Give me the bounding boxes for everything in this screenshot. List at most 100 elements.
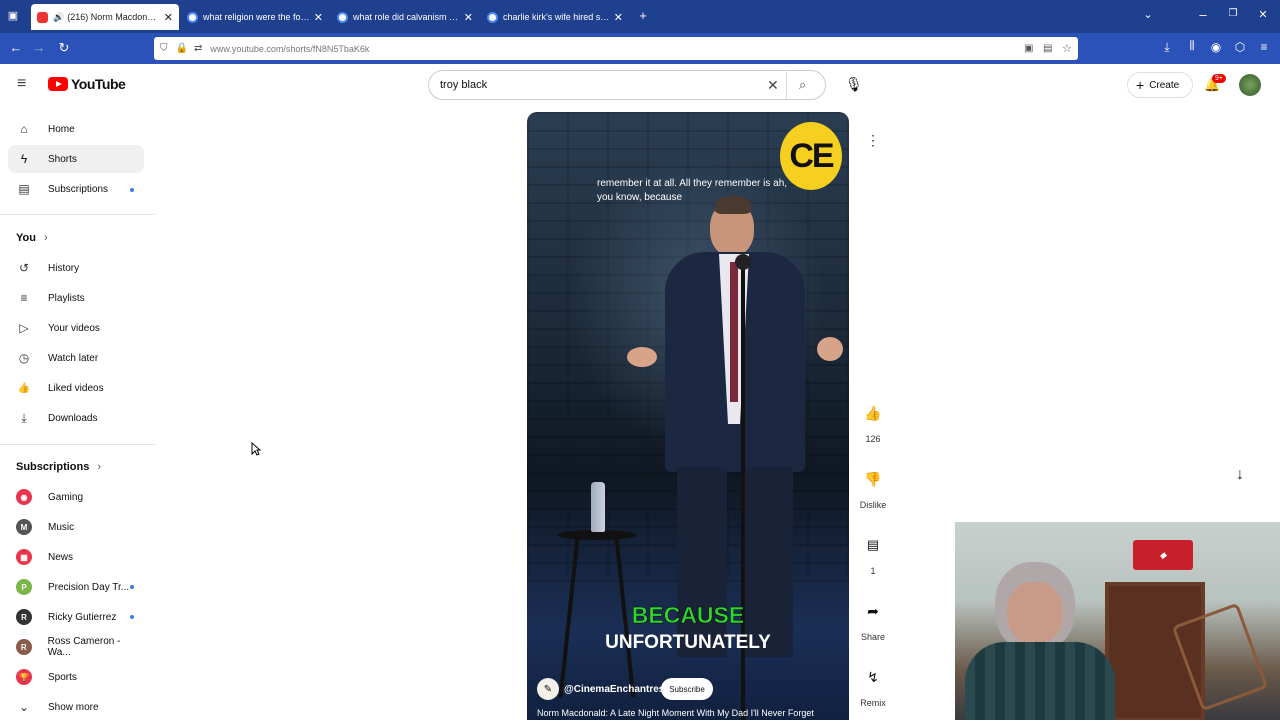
share-icon: ➦ <box>867 602 879 619</box>
sidebar-item-your-videos[interactable]: ▷ Your videos <box>8 314 144 342</box>
sidebar-item-label: Precision Day Tr... <box>48 581 130 593</box>
reader-view-icon[interactable]: ▤ <box>1043 43 1052 54</box>
sidebar-sub-sports[interactable]: 🏆 Sports <box>8 663 144 691</box>
subscribe-button[interactable]: Subscribe <box>661 678 713 700</box>
search-icon[interactable]: ⌕ <box>799 77 806 93</box>
tab-4[interactable]: charlie kirk's wife hired someon ✕ <box>481 4 629 30</box>
sidebar-item-label: Playlists <box>48 292 85 304</box>
next-short-arrow-icon[interactable]: ↓ <box>1236 466 1244 484</box>
webcam-overlay: ◆ <box>955 522 1280 720</box>
list-tabs-icon[interactable]: ⌄ <box>1139 8 1157 21</box>
coca-cola-sign-icon: ◆ <box>1133 540 1193 570</box>
close-tab-icon[interactable]: ✕ <box>314 11 323 24</box>
remix-button[interactable]: ↯ Remix <box>858 662 888 709</box>
library-icon[interactable]: ⫼ <box>1183 40 1201 53</box>
sidebar-sub-news[interactable]: ▦ News <box>8 543 144 571</box>
sidebar-item-downloads[interactable]: ⤓ Downloads <box>8 404 144 432</box>
sidebar-item-home[interactable]: ⌂ Home <box>8 115 144 143</box>
chevron-right-icon: › <box>97 461 102 473</box>
search-box[interactable]: troy black ✕ ⌕ <box>428 70 826 100</box>
minimize-icon[interactable]: – <box>1194 7 1212 22</box>
sidebar-sub-ross-cameron[interactable]: R Ross Cameron - Wa... <box>8 633 144 661</box>
extensions-icon[interactable]: ⬡ <box>1231 40 1249 54</box>
close-tab-icon[interactable]: ✕ <box>164 11 173 24</box>
translate-icon[interactable]: ▣ <box>1024 43 1033 54</box>
subscriptions-section-header[interactable]: Subscriptions › <box>16 461 101 473</box>
microphone-icon[interactable]: 🎙 <box>845 76 863 93</box>
sidebar-item-label: Music <box>48 521 75 533</box>
new-content-dot <box>130 188 134 192</box>
comments-button[interactable]: ▤ 1 <box>858 530 888 576</box>
account-icon[interactable]: ◉ <box>1207 40 1225 54</box>
menu-icon[interactable]: ≡ <box>1255 40 1273 54</box>
youtube-logo[interactable]: YouTube <box>48 76 126 92</box>
create-button[interactable]: + Create <box>1127 72 1193 98</box>
hamburger-menu-icon[interactable]: ≡ <box>17 75 26 93</box>
channel-avatar: ◉ <box>16 489 32 505</box>
browser-tab-bar: ▣ 🔊 (216) Norm Macdonald: A L ✕ what rel… <box>0 0 1280 33</box>
avatar[interactable] <box>1239 74 1261 96</box>
like-button[interactable]: 👍 126 <box>858 398 888 445</box>
reload-icon[interactable]: ↻ <box>55 40 73 56</box>
sidebar-item-playlists[interactable]: ≡ Playlists <box>8 284 144 312</box>
close-tab-icon[interactable]: ✕ <box>464 11 473 24</box>
close-window-icon[interactable]: ✕ <box>1254 8 1272 21</box>
subscriptions-icon: ▤ <box>18 182 30 196</box>
new-tab-icon[interactable]: + <box>634 8 652 23</box>
sidebar-sub-music[interactable]: M Music <box>8 513 144 541</box>
restore-icon[interactable]: ❐ <box>1224 8 1242 19</box>
google-favicon-icon <box>487 11 498 23</box>
water-bottle <box>591 482 605 532</box>
downloads-toolbar-icon[interactable]: ⤓ <box>1158 40 1176 55</box>
tab-2[interactable]: what religion were the founding ✕ <box>181 4 329 30</box>
back-icon[interactable]: ← <box>7 40 25 55</box>
search-divider <box>786 71 787 99</box>
url-bar[interactable]: ⛉ 🔒 ⇄ www.youtube.com/shorts/fN8N5TbaK6k… <box>154 37 1078 60</box>
like-count: 126 <box>865 434 881 444</box>
tab-active[interactable]: 🔊 (216) Norm Macdonald: A L ✕ <box>31 4 179 30</box>
dislike-button[interactable]: 👎 Dislike <box>857 464 889 511</box>
sidebar-item-shorts[interactable]: ϟ Shorts <box>8 145 144 173</box>
google-favicon-icon <box>187 11 198 23</box>
subtitle-line-2: UNFORTUNATELY <box>605 632 771 653</box>
you-section-header[interactable]: You › <box>16 232 48 244</box>
url-text[interactable]: www.youtube.com/shorts/fN8N5TbaK6k <box>210 44 369 54</box>
channel-name[interactable]: @CinemaEnchantress <box>564 684 670 695</box>
you-title: You <box>16 232 36 244</box>
permissions-icon[interactable]: ⇄ <box>194 43 202 54</box>
sidebar-item-history[interactable]: ↺ History <box>8 254 144 282</box>
search-input[interactable]: troy black <box>440 79 487 91</box>
tab-overview-icon[interactable]: ▣ <box>4 9 22 22</box>
channel-avatar[interactable]: ✎ <box>537 678 559 700</box>
channel-avatar: R <box>16 609 32 625</box>
tab-title: charlie kirk's wife hired someon <box>503 12 610 22</box>
sidebar-item-label: Liked videos <box>48 382 104 394</box>
google-favicon-icon <box>337 11 348 23</box>
tab-3[interactable]: what role did calvanism play in ✕ <box>331 4 479 30</box>
sidebar-item-subscriptions[interactable]: ▤ Subscriptions <box>8 175 144 203</box>
close-tab-icon[interactable]: ✕ <box>614 11 623 24</box>
clear-search-icon[interactable]: ✕ <box>767 77 779 94</box>
channel-avatar: P <box>16 579 32 595</box>
your-videos-icon: ▷ <box>19 321 29 335</box>
more-options-icon[interactable]: ⋮ <box>866 132 880 149</box>
short-video-player[interactable]: CE remember it at all. All they remember… <box>527 112 849 720</box>
channel-avatar: M <box>16 519 32 535</box>
sidebar-sub-precision-day[interactable]: P Precision Day Tr... <box>8 573 144 601</box>
sidebar-item-watch-later[interactable]: ◷ Watch later <box>8 344 144 372</box>
comment-count: 1 <box>870 566 876 576</box>
sidebar-sub-gaming[interactable]: ◉ Gaming <box>8 483 144 511</box>
lock-icon[interactable]: 🔒 <box>176 43 188 54</box>
share-button[interactable]: ➦ Share <box>858 596 888 643</box>
youtube-page: ≡ YouTube troy black ✕ ⌕ 🎙 + Create 🔔 9+… <box>0 64 1280 720</box>
sidebar-show-more[interactable]: ⌄ Show more <box>8 693 144 721</box>
sidebar-sub-ricky-gutierrez[interactable]: R Ricky Gutierrez <box>8 603 144 631</box>
bookmark-star-icon[interactable]: ☆ <box>1062 42 1072 55</box>
short-title[interactable]: Norm Macdonald: A Late Night Moment With… <box>537 708 837 718</box>
shield-icon[interactable]: ⛉ <box>160 43 168 54</box>
sidebar-item-liked-videos[interactable]: 👍 Liked videos <box>8 374 144 402</box>
home-icon: ⌂ <box>20 122 28 136</box>
divider <box>0 214 155 215</box>
tab-title: (216) Norm Macdonald: A L <box>67 12 160 22</box>
forward-icon[interactable]: → <box>30 40 48 55</box>
